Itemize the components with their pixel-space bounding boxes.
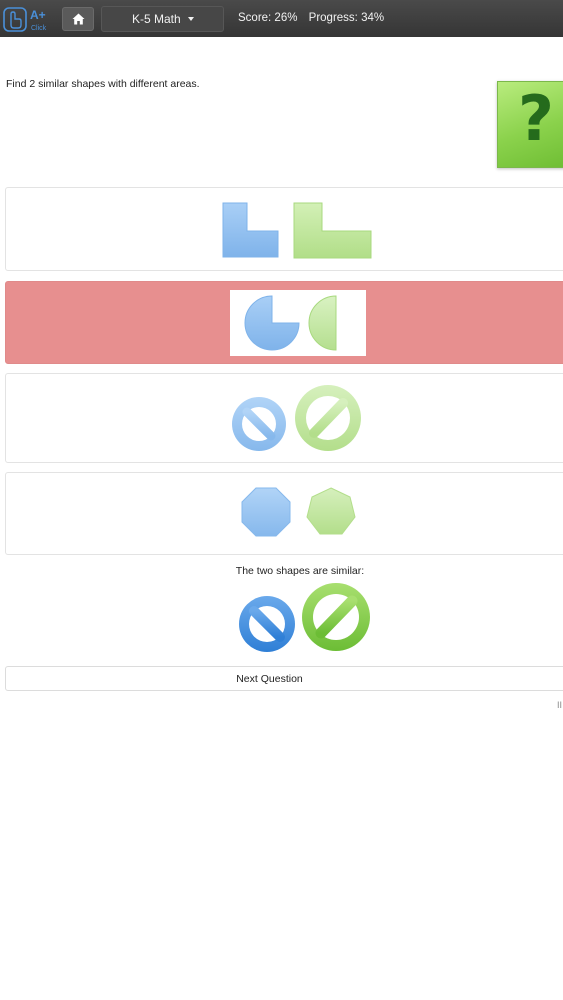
home-icon (72, 13, 84, 25)
circle-sector-three-quarter (244, 295, 300, 351)
score-text: Score: 26% (238, 12, 298, 24)
help-button[interactable]: ? (497, 81, 563, 168)
progress-text: Progress: 34% (308, 12, 385, 24)
next-question-label: Next Question (236, 672, 303, 685)
no-sign-small (232, 397, 286, 451)
next-question-button[interactable]: Next Question (5, 666, 563, 691)
answer-option-2[interactable] (5, 281, 563, 364)
subject-label: K-5 Math (132, 12, 181, 26)
home-button[interactable] (62, 7, 94, 31)
no-sign-large (302, 583, 370, 651)
answer-option-3[interactable] (5, 373, 563, 463)
l-shape-large (293, 202, 372, 259)
option-image-frame (230, 290, 366, 356)
half-circle (308, 295, 337, 351)
chevron-down-icon (188, 17, 194, 21)
no-sign-large (295, 385, 361, 451)
heptagon (306, 487, 356, 535)
l-shapes (222, 202, 372, 259)
top-bar: A+ Click K-5 Math Score: 26% Progress: 3… (0, 0, 563, 37)
app-logo[interactable]: A+ Click (3, 5, 53, 33)
octagon (241, 487, 291, 537)
logo-subtext: Click (31, 25, 47, 32)
l-shape-small (222, 202, 279, 258)
score-progress: Score: 26% Progress: 34% (238, 12, 384, 24)
logo-text: A+ (30, 8, 46, 22)
no-sign-shapes (232, 385, 361, 451)
question-mark-icon: ? (518, 82, 554, 155)
edge-mark: II (557, 700, 563, 710)
polygon-shapes (241, 487, 356, 537)
correct-answer-shapes (239, 583, 370, 652)
answer-label: The two shapes are similar: (235, 565, 365, 577)
circle-shapes (244, 295, 337, 351)
no-sign-small (239, 596, 295, 652)
answer-option-1[interactable] (5, 187, 563, 271)
question-text: Find 2 similar shapes with different are… (6, 78, 200, 90)
answer-option-4[interactable] (5, 472, 563, 555)
subject-dropdown[interactable]: K-5 Math (101, 6, 224, 32)
